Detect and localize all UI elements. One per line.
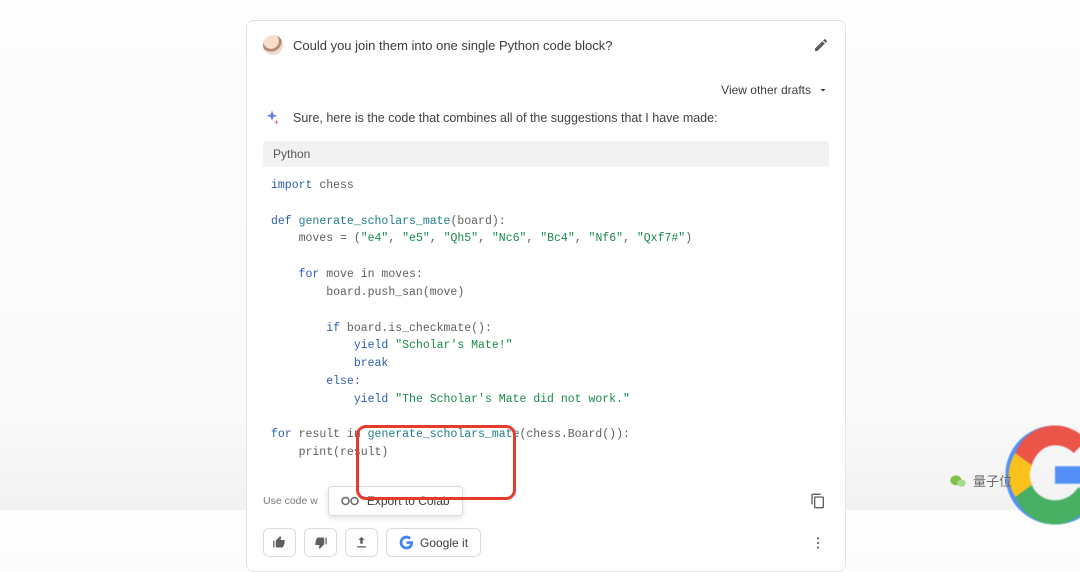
response-actions-row: Google it	[263, 528, 829, 557]
more-actions-button[interactable]	[807, 532, 829, 554]
google-it-button[interactable]: Google it	[386, 528, 481, 557]
colab-icon	[341, 495, 359, 507]
watermark-text: 量子位	[973, 471, 1012, 490]
google-g-watermark	[1000, 420, 1080, 530]
chat-card: Could you join them into one single Pyth…	[246, 20, 846, 572]
edit-icon[interactable]	[813, 37, 829, 53]
code-footer-row: Use code w Export to Colab	[263, 480, 829, 516]
use-caution-label: Use code w	[263, 495, 318, 507]
user-avatar	[263, 35, 283, 55]
user-question-text: Could you join them into one single Pyth…	[293, 38, 803, 53]
code-language-label: Python	[263, 141, 829, 167]
copy-icon	[810, 493, 826, 509]
sparkle-icon	[263, 109, 281, 127]
google-it-label: Google it	[420, 536, 468, 550]
share-button[interactable]	[345, 528, 378, 557]
view-drafts-toggle[interactable]: View other drafts	[263, 83, 829, 97]
code-block: import chess def generate_scholars_mate(…	[263, 167, 829, 470]
view-drafts-label: View other drafts	[721, 83, 811, 97]
chevron-down-icon	[817, 84, 829, 96]
assistant-intro-text: Sure, here is the code that combines all…	[293, 111, 718, 125]
thumbs-down-button[interactable]	[304, 528, 337, 557]
wechat-icon	[949, 474, 967, 488]
thumbs-up-icon	[272, 535, 287, 550]
source-watermark: 量子位	[949, 471, 1012, 490]
user-message-header: Could you join them into one single Pyth…	[263, 35, 829, 55]
thumbs-up-button[interactable]	[263, 528, 296, 557]
google-logo-icon	[399, 535, 414, 550]
more-vert-icon	[810, 535, 826, 551]
share-icon	[354, 535, 369, 550]
assistant-intro-row: Sure, here is the code that combines all…	[263, 109, 829, 127]
export-to-colab-button[interactable]: Export to Colab	[328, 486, 463, 516]
export-label: Export to Colab	[367, 494, 450, 508]
copy-code-button[interactable]	[807, 490, 829, 512]
thumbs-down-icon	[313, 535, 328, 550]
